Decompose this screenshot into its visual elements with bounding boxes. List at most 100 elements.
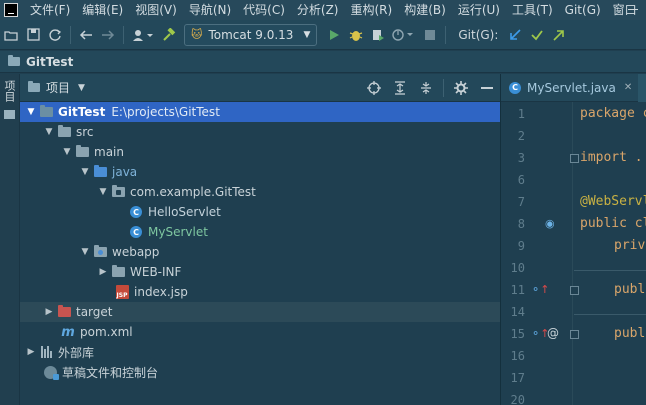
run-icon[interactable] — [323, 24, 345, 46]
tree-item-pom[interactable]: m pom.xml — [20, 322, 500, 342]
chevron-down-icon[interactable]: ▼ — [24, 107, 38, 117]
tree-item-external-libraries[interactable]: ▶ 外部库 — [20, 342, 500, 362]
code-line: @WebServl — [580, 194, 646, 209]
tree-item-main[interactable]: ▼ main — [20, 142, 500, 162]
menu-code[interactable]: 代码(C) — [237, 0, 291, 20]
tree-item-label: GitTest — [58, 105, 106, 119]
tree-item-label: WEB-INF — [130, 265, 182, 279]
fold-toggle-icon[interactable] — [570, 286, 579, 295]
line-number: 14 — [510, 305, 525, 319]
forward-arrow-icon[interactable] — [97, 24, 119, 46]
hide-panel-icon[interactable] — [474, 77, 500, 99]
save-icon[interactable] — [22, 24, 44, 46]
menu-refactor[interactable]: 重构(R) — [345, 0, 399, 20]
annotation-gutter-icon[interactable]: @ — [547, 326, 559, 340]
editor-pane: C MyServlet.java ✕ 1 2 3 6 7 8 9 10 11 1… — [500, 73, 646, 405]
tree-item-webapp[interactable]: ▼ webapp — [20, 242, 500, 262]
locate-file-icon[interactable] — [361, 77, 387, 99]
breadcrumb-project[interactable]: GitTest — [26, 55, 73, 69]
folder-icon — [56, 125, 72, 139]
menu-file[interactable]: 文件(F) — [24, 0, 76, 20]
web-servlet-gutter-icon[interactable]: ◉ — [545, 217, 555, 230]
project-panel-title[interactable]: 项目 — [46, 79, 70, 96]
editor-gutter: 1 2 3 6 7 8 9 10 11 14 15 16 17 20 ◉ ⚬↑ … — [501, 102, 579, 405]
menu-run[interactable]: 运行(U) — [452, 0, 506, 20]
fold-toggle-icon[interactable] — [570, 154, 579, 163]
coverage-icon[interactable] — [367, 24, 389, 46]
sync-icon[interactable] — [44, 24, 66, 46]
minimize-icon[interactable] — [628, 9, 638, 10]
tree-item-target[interactable]: ▶ target — [20, 302, 500, 322]
settings-gear-icon[interactable] — [448, 77, 474, 99]
menu-analyze[interactable]: 分析(Z) — [291, 0, 345, 20]
line-number: 16 — [510, 349, 525, 363]
override-gutter-icon[interactable]: ⚬↑ — [531, 283, 549, 296]
chevron-right-icon[interactable]: ▶ — [96, 267, 110, 277]
menu-git[interactable]: Git(G) — [559, 0, 607, 20]
open-folder-icon[interactable] — [0, 24, 22, 46]
main-toolbar: 🐱 Tomcat 9.0.13 ▼ Git(G): — [0, 20, 646, 50]
project-panel-header: 项目 ▼ — [20, 74, 500, 102]
chevron-right-icon[interactable]: ▶ — [24, 347, 38, 357]
tree-item-label: src — [76, 125, 94, 139]
chevron-down-icon[interactable]: ▼ — [78, 247, 92, 257]
chevron-right-icon[interactable]: ▶ — [42, 307, 56, 317]
chevron-down-icon[interactable]: ▼ — [78, 167, 92, 177]
tree-item-src[interactable]: ▼ src — [20, 122, 500, 142]
back-arrow-icon[interactable] — [75, 24, 97, 46]
jsp-file-icon: JSP — [114, 285, 130, 299]
run-config-selector[interactable]: 🐱 Tomcat 9.0.13 ▼ — [184, 23, 318, 46]
library-icon — [38, 345, 54, 359]
chevron-down-icon: ▼ — [303, 29, 311, 40]
menu-build[interactable]: 构建(B) — [398, 0, 452, 20]
debug-icon[interactable] — [345, 24, 367, 46]
tree-item-web-inf[interactable]: ▶ WEB-INF — [20, 262, 500, 282]
source-folder-icon — [92, 165, 108, 179]
toolbar-separator — [70, 25, 71, 44]
line-number: 8 — [517, 217, 525, 231]
tab-myservlet[interactable]: C MyServlet.java ✕ — [509, 81, 638, 95]
user-dropdown-icon[interactable] — [128, 24, 158, 46]
tree-item-package[interactable]: ▼ com.example.GitTest — [20, 182, 500, 202]
code-line: public cl — [580, 216, 646, 231]
tree-item-scratches[interactable]: 草稿文件和控制台 — [20, 362, 500, 382]
profile-icon[interactable] — [389, 24, 419, 46]
close-icon[interactable]: ✕ — [624, 82, 632, 93]
tree-item-label: com.example.GitTest — [130, 185, 256, 199]
tree-item-helloservlet[interactable]: C HelloServlet — [20, 202, 500, 222]
menu-view[interactable]: 视图(V) — [129, 0, 183, 20]
menu-tools[interactable]: 工具(T) — [506, 0, 559, 20]
tab-overflow[interactable] — [638, 73, 646, 102]
git-commit-icon[interactable] — [526, 24, 548, 46]
line-number: 7 — [517, 195, 525, 209]
chevron-down-icon[interactable]: ▼ — [60, 147, 74, 157]
chevron-down-icon[interactable]: ▼ — [78, 83, 85, 93]
toolbar-separator — [445, 25, 447, 44]
code-area[interactable]: package c import . @WebServl public cl p… — [574, 102, 646, 405]
module-folder-icon — [38, 105, 54, 119]
git-update-icon[interactable] — [504, 24, 526, 46]
chevron-down-icon[interactable]: ▼ — [42, 127, 56, 137]
collapse-all-icon[interactable] — [413, 77, 439, 99]
chevron-down-icon[interactable]: ▼ — [96, 187, 110, 197]
tree-item-index-jsp[interactable]: JSP index.jsp — [20, 282, 500, 302]
structure-icon[interactable] — [4, 110, 15, 119]
tree-item-gittest[interactable]: ▼ GitTest E:\projects\GitTest — [20, 102, 500, 122]
stop-icon[interactable] — [419, 24, 441, 46]
git-push-icon[interactable] — [548, 24, 570, 46]
java-class-icon: C — [128, 225, 144, 239]
tree-item-label: 外部库 — [58, 345, 95, 360]
toolbar-separator — [443, 78, 444, 97]
intellij-logo-icon — [4, 3, 18, 17]
tree-item-java[interactable]: ▼ java — [20, 162, 500, 182]
expand-all-icon[interactable] — [387, 77, 413, 99]
project-tree: ▼ GitTest E:\projects\GitTest ▼ src ▼ ma… — [20, 102, 500, 382]
menu-edit[interactable]: 编辑(E) — [76, 0, 129, 20]
fold-toggle-icon[interactable] — [570, 330, 579, 339]
build-hammer-icon[interactable] — [158, 24, 180, 46]
folder-icon — [110, 265, 126, 279]
menu-navigate[interactable]: 导航(N) — [183, 0, 237, 20]
panel-actions — [361, 77, 500, 99]
menu-window[interactable]: 窗口 — [607, 0, 643, 20]
tree-item-myservlet[interactable]: C MyServlet — [20, 222, 500, 242]
